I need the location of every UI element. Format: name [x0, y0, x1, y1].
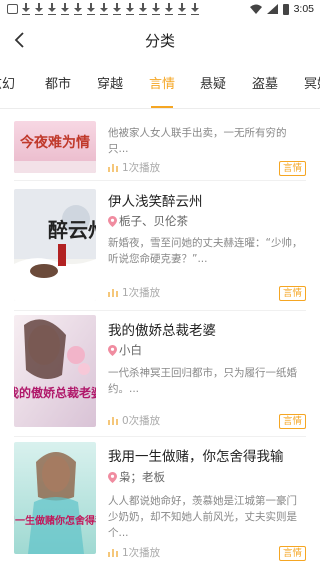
download-icon: [87, 3, 95, 15]
author-name: 小白: [119, 343, 142, 357]
book-description: 一代杀神冥王回归都市，只为履行一纸婚约。...: [108, 367, 297, 395]
genre-tag: 言情: [278, 286, 306, 301]
status-bar: 3:05: [0, 0, 320, 18]
download-icon: [61, 3, 69, 15]
cover-title-text: 今夜难为情: [19, 134, 90, 151]
cover-title-text: 我的傲娇总裁老婆: [14, 385, 96, 400]
play-count-text: 1次播放: [122, 287, 161, 299]
top-bar: 分类: [0, 18, 320, 62]
book-item[interactable]: 我的傲娇总裁老婆 我的傲娇总裁老婆 小白 一代杀神冥王回归都市，只为履行一纸婚约…: [0, 315, 320, 437]
cover-title-text: 我用一生做赌你怎舍得我输: [14, 514, 96, 527]
bar-chart-icon: [108, 288, 118, 297]
cover-title-text: 醉云州: [48, 218, 96, 242]
tab-xuanyi[interactable]: 悬疑: [200, 62, 226, 108]
play-count: 1次播放: [108, 160, 160, 175]
book-description: 他被家人女人联手出卖，一无所有穷的只...: [108, 127, 287, 155]
tab-minghun[interactable]: 冥婚: [304, 62, 320, 108]
play-count-text: 1次播放: [122, 162, 161, 174]
download-icon: [100, 3, 108, 15]
tab-chuanyue[interactable]: 穿越: [97, 62, 123, 108]
book-title: 我用一生做赌，你怎舍得我输: [108, 449, 284, 465]
location-pin-icon: [108, 215, 117, 227]
download-icon: [178, 3, 186, 15]
location-pin-icon: [108, 471, 117, 483]
bar-chart-icon: [108, 548, 118, 557]
bar-chart-icon: [108, 416, 118, 425]
book-cover: 我的傲娇总裁老婆: [14, 315, 96, 427]
genre-tag: 言情: [278, 414, 306, 429]
wifi-icon: [249, 4, 262, 14]
location-pin-icon: [108, 344, 117, 356]
play-count-text: 0次播放: [122, 415, 161, 427]
app-notification-icon: [7, 4, 18, 14]
download-icon: [35, 3, 43, 15]
genre-tag: 言情: [278, 161, 306, 176]
book-description: 人人都说她命好，羡慕她是江城第一豪门少奶奶，却不知她人前风光，丈夫实则是个...: [108, 495, 297, 539]
divider: [14, 310, 306, 311]
tab-xuanhuan[interactable]: 玄幻: [0, 62, 15, 108]
play-count: 1次播放: [108, 545, 160, 560]
download-icon: [126, 3, 134, 15]
battery-icon: [282, 3, 289, 15]
download-icon: [165, 3, 173, 15]
play-count: 1次播放: [108, 285, 160, 300]
page-title: 分类: [144, 31, 175, 50]
book-title: 我的傲娇总裁老婆: [108, 323, 216, 339]
clock: 3:05: [293, 3, 314, 15]
bar-chart-icon: [108, 163, 118, 172]
download-icon: [191, 3, 199, 15]
download-icon: [139, 3, 147, 15]
play-count-text: 1次播放: [122, 547, 161, 559]
book-item[interactable]: 今夜难为情 他被家人女人联手出卖，一无所有穷的只... 1次播放 言情: [0, 109, 320, 181]
play-count: 0次播放: [108, 413, 160, 428]
category-tabs: 玄幻 都市 穿越 言情 悬疑 盗墓 冥婚: [0, 62, 320, 109]
download-icon: [113, 3, 121, 15]
book-item[interactable]: 我用一生做赌你怎舍得我输 我用一生做赌，你怎舍得我输 枭；老板 人人都说她命好，…: [0, 442, 320, 568]
book-item[interactable]: 醉云州 伊人浅笑醉云州 栀子、贝伦茶 新婚夜，雪至问她的丈夫赫连曜：“少帅，听说…: [0, 189, 320, 311]
book-description: 新婚夜，雪至问她的丈夫赫连曜：“少帅，听说您命硬克妻？”...: [108, 237, 303, 265]
book-author: 枭；老板: [108, 469, 165, 485]
book-list: 今夜难为情 他被家人女人联手出卖，一无所有穷的只... 1次播放 言情 醉云州: [0, 109, 320, 568]
tab-dushi[interactable]: 都市: [45, 62, 71, 108]
genre-tag: 言情: [278, 546, 306, 561]
divider: [14, 180, 306, 181]
author-name: 栀子、贝伦茶: [119, 214, 188, 228]
book-cover: 我用一生做赌你怎舍得我输: [14, 442, 96, 554]
tab-daomu[interactable]: 盗墓: [252, 62, 278, 108]
signal-icon: [266, 4, 278, 14]
book-title: 伊人浅笑醉云州: [108, 194, 203, 210]
book-cover: 今夜难为情: [14, 121, 96, 173]
download-icon: [74, 3, 82, 15]
download-icon: [152, 3, 160, 15]
divider: [14, 436, 306, 437]
download-icon: [48, 3, 56, 15]
book-author: 小白: [108, 342, 142, 358]
book-author: 栀子、贝伦茶: [108, 213, 188, 229]
back-arrow-icon[interactable]: [10, 30, 30, 50]
book-cover: 醉云州: [14, 189, 96, 301]
author-name: 枭；老板: [119, 470, 165, 484]
tab-yanqing[interactable]: 言情: [149, 62, 175, 108]
download-icon: [22, 3, 30, 15]
